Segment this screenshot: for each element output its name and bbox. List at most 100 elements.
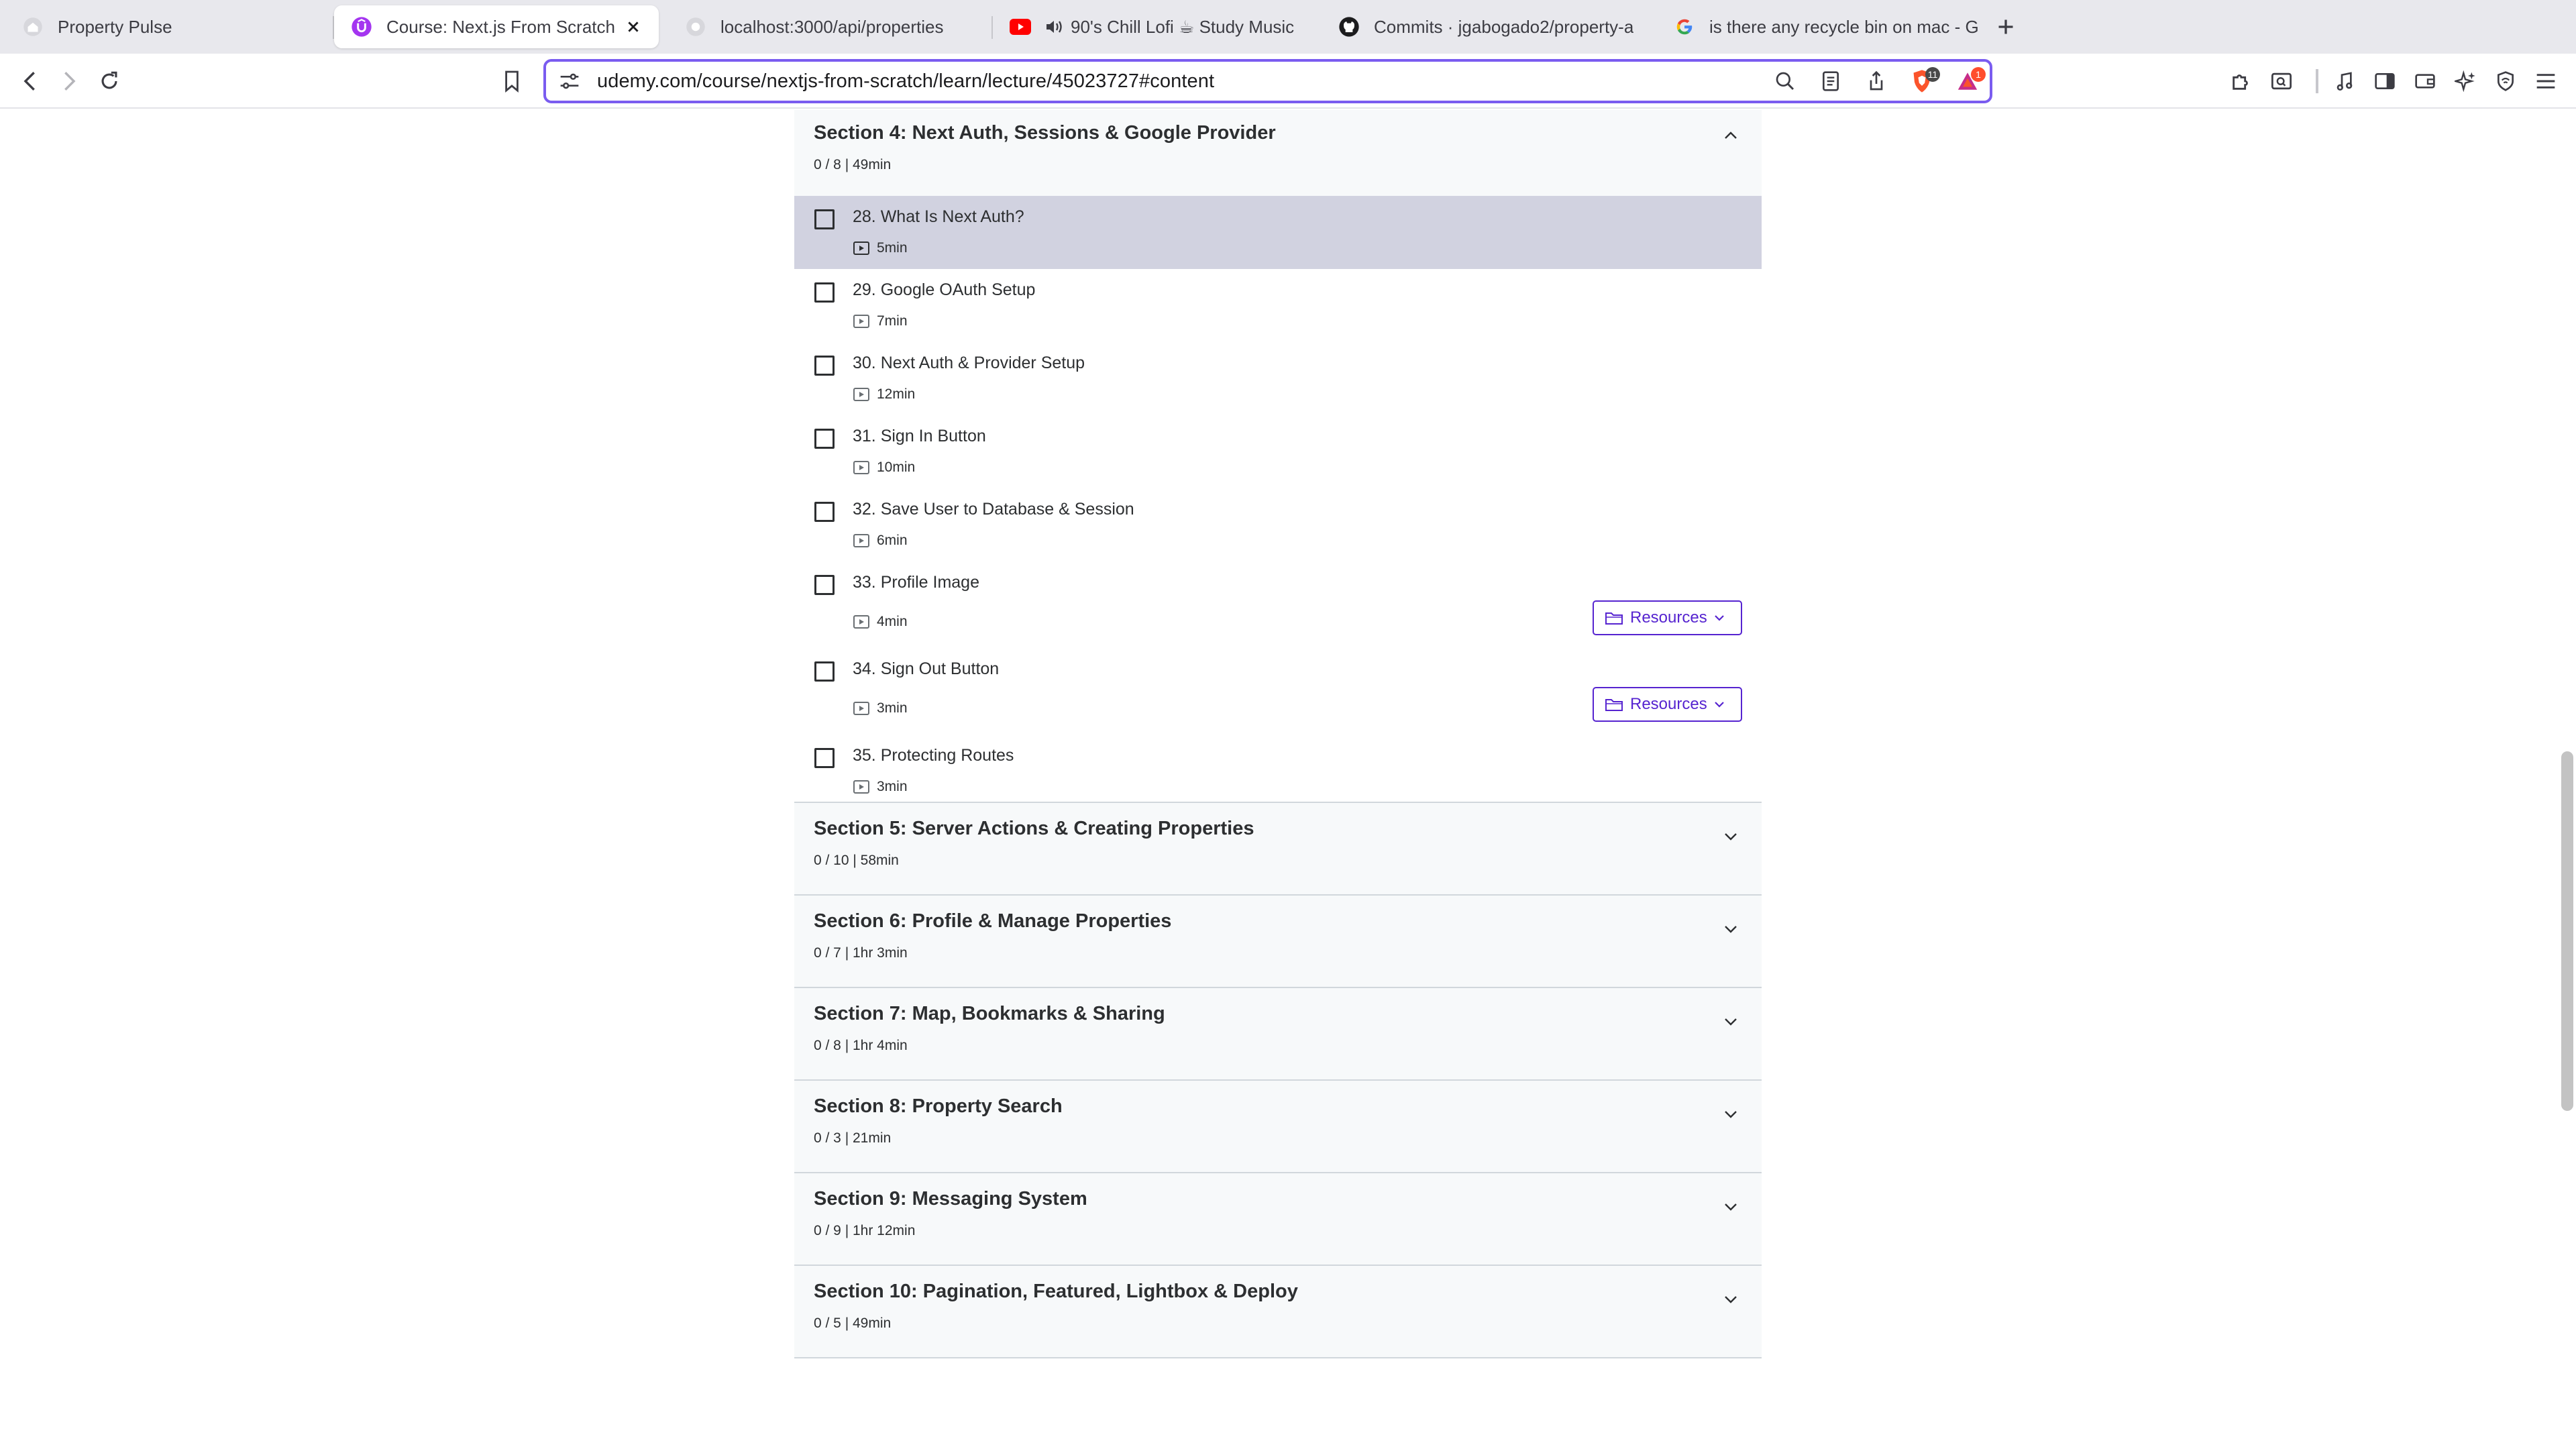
lecture-item-30[interactable]: 30. Next Auth & Provider Setup 12min: [794, 342, 1762, 415]
section-header-6[interactable]: Section 6: Profile & Manage Properties 0…: [794, 896, 1762, 988]
video-play-icon: [853, 779, 870, 795]
duration-text: 10min: [877, 460, 916, 475]
globe-favicon-icon: [684, 15, 707, 38]
chevron-down-icon[interactable]: [1720, 1289, 1741, 1310]
lecture-complete-checkbox[interactable]: [814, 429, 835, 449]
section-header-9[interactable]: Section 9: Messaging System 0 / 9 | 1hr …: [794, 1173, 1762, 1266]
section-title: Section 7: Map, Bookmarks & Sharing: [814, 1003, 1165, 1024]
resources-dropdown-button[interactable]: Resources: [1593, 687, 1742, 722]
section-progress: 0 / 5 | 49min: [814, 1316, 892, 1331]
section-header-4[interactable]: Section 4: Next Auth, Sessions & Google …: [794, 110, 1762, 196]
audio-playing-icon[interactable]: [1045, 18, 1064, 36]
tab-title: 90's Chill Lofi ☕ Study Music: [1071, 16, 1295, 37]
lecture-complete-checkbox[interactable]: [814, 282, 835, 303]
share-icon[interactable]: [1862, 67, 1890, 95]
wallet-icon[interactable]: [2408, 64, 2442, 98]
section-header-10[interactable]: Section 10: Pagination, Featured, Lightb…: [794, 1266, 1762, 1358]
scrollbar-thumb[interactable]: [2561, 751, 2573, 1111]
resources-dropdown-button[interactable]: Resources: [1593, 600, 1742, 635]
menu-hamburger-icon[interactable]: [2529, 64, 2563, 98]
bookmark-icon[interactable]: [495, 64, 529, 98]
lecture-duration: 12min: [853, 386, 915, 402]
folder-icon: [1605, 696, 1625, 712]
lecture-title: 34. Sign Out Button: [853, 659, 1000, 678]
chevron-down-icon[interactable]: [1720, 1104, 1741, 1125]
google-favicon-icon: [1673, 15, 1696, 38]
section-header-7[interactable]: Section 7: Map, Bookmarks & Sharing 0 / …: [794, 988, 1762, 1081]
lecture-item-29[interactable]: 29. Google OAuth Setup 7min: [794, 269, 1762, 342]
chevron-up-icon[interactable]: [1720, 125, 1741, 146]
forward-button[interactable]: [52, 64, 86, 98]
sidebar-toggle-icon[interactable]: [2368, 64, 2402, 98]
chevron-down-icon: [1714, 698, 1727, 711]
section-progress: 0 / 8 | 49min: [814, 157, 892, 172]
reload-button[interactable]: [93, 64, 126, 98]
address-bar[interactable]: udemy.com/course/nextjs-from-scratch/lea…: [543, 59, 1992, 103]
tab-google-search[interactable]: is there any recycle bin on mac - G: [1657, 5, 1979, 48]
tab-youtube-lofi[interactable]: 90's Chill Lofi ☕ Study Music: [993, 5, 1308, 48]
lecture-title: 33. Profile Image: [853, 573, 979, 592]
leo-ai-icon[interactable]: [2449, 64, 2482, 98]
lecture-duration: 3min: [853, 779, 908, 795]
shields-count-badge: 11: [1925, 67, 1940, 82]
chevron-down-icon[interactable]: [1720, 1011, 1741, 1032]
tab-localhost-api[interactable]: localhost:3000/api/properties: [668, 5, 990, 48]
browser-tab-bar: Property Pulse Course: Next.js From Scra…: [0, 0, 2576, 54]
lecture-complete-checkbox[interactable]: [814, 575, 835, 595]
chevron-down-icon[interactable]: [1720, 918, 1741, 940]
section-progress: 0 / 10 | 58min: [814, 853, 899, 868]
media-music-icon[interactable]: [2328, 64, 2361, 98]
lecture-complete-checkbox[interactable]: [814, 356, 835, 376]
lecture-complete-checkbox[interactable]: [814, 748, 835, 768]
section-header-8[interactable]: Section 8: Property Search 0 / 3 | 21min: [794, 1081, 1762, 1173]
chevron-down-icon[interactable]: [1720, 826, 1741, 847]
lecture-item-31[interactable]: 31. Sign In Button 10min: [794, 415, 1762, 488]
lecture-item-33[interactable]: 33. Profile Image 4min Resources: [794, 561, 1762, 648]
vpn-shield-icon[interactable]: [2489, 64, 2522, 98]
lecture-complete-checkbox[interactable]: [814, 502, 835, 522]
resources-label: Resources: [1630, 695, 1707, 713]
lecture-item-28[interactable]: 28. What Is Next Auth? 5min: [794, 196, 1762, 269]
new-tab-button[interactable]: [1991, 12, 2021, 42]
page-scrollbar[interactable]: [2557, 110, 2576, 1449]
lecture-item-34[interactable]: 34. Sign Out Button 3min Resources: [794, 648, 1762, 735]
reader-mode-icon[interactable]: [1817, 67, 1845, 95]
tab-property-pulse[interactable]: Property Pulse: [5, 5, 331, 48]
lecture-title: 30. Next Auth & Provider Setup: [853, 354, 1085, 372]
extensions-puzzle-icon[interactable]: [2224, 64, 2258, 98]
chevron-down-icon: [1714, 611, 1727, 625]
lecture-duration: 10min: [853, 460, 915, 476]
video-play-icon: [853, 313, 870, 329]
lecture-item-32[interactable]: 32. Save User to Database & Session 6min: [794, 488, 1762, 561]
section-header-5[interactable]: Section 5: Server Actions & Creating Pro…: [794, 803, 1762, 896]
tab-github-commits[interactable]: Commits · jgabogado2/property-a: [1322, 5, 1650, 48]
lecture-complete-checkbox[interactable]: [814, 661, 835, 682]
tab-search-icon[interactable]: [2265, 64, 2298, 98]
lecture-duration: 6min: [853, 533, 908, 549]
lecture-complete-checkbox[interactable]: [814, 209, 835, 229]
lecture-title: 29. Google OAuth Setup: [853, 280, 1036, 299]
video-play-icon: [853, 533, 870, 549]
close-tab-icon[interactable]: [621, 15, 645, 39]
site-settings-icon[interactable]: [555, 67, 584, 95]
section-progress: 0 / 8 | 1hr 4min: [814, 1038, 908, 1053]
duration-text: 6min: [877, 533, 908, 548]
rewards-count-badge: 1: [1971, 67, 1986, 82]
section-title: Section 4: Next Auth, Sessions & Google …: [814, 122, 1276, 144]
tab-udemy-course[interactable]: Course: Next.js From Scratch |: [334, 5, 659, 48]
lecture-duration: 5min: [853, 240, 908, 256]
section-title: Section 9: Messaging System: [814, 1188, 1087, 1210]
tab-title: Commits · jgabogado2/property-a: [1374, 16, 1634, 37]
brave-rewards-icon[interactable]: 1: [1953, 67, 1986, 95]
lecture-item-35[interactable]: 35. Protecting Routes 3min: [794, 735, 1762, 803]
video-play-icon: [853, 240, 870, 256]
brave-shields-icon[interactable]: 11: [1908, 67, 1940, 95]
section-title: Section 5: Server Actions & Creating Pro…: [814, 818, 1254, 839]
section-title: Section 10: Pagination, Featured, Lightb…: [814, 1281, 1298, 1302]
duration-text: 3min: [877, 700, 908, 716]
back-button[interactable]: [13, 64, 47, 98]
lecture-title: 31. Sign In Button: [853, 427, 986, 445]
zoom-search-icon[interactable]: [1771, 67, 1799, 95]
chevron-down-icon[interactable]: [1720, 1196, 1741, 1218]
section-progress: 0 / 3 | 21min: [814, 1130, 892, 1146]
